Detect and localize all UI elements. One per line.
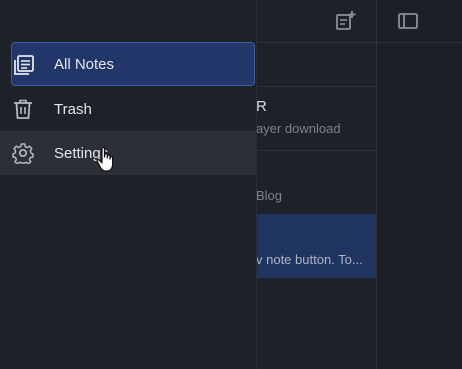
note-list-item-selected[interactable] — [256, 214, 376, 278]
sidebar-toggle-icon — [398, 13, 418, 29]
note-list-item[interactable]: R ayer download — [256, 98, 376, 136]
note-separator — [256, 86, 376, 87]
sidebar-toggle-button[interactable] — [396, 9, 420, 33]
note-list-item[interactable]: v note button. To... — [256, 252, 376, 267]
settings-icon — [12, 143, 34, 164]
note-preview: Blog — [256, 188, 283, 203]
sidebar-item-all-notes[interactable]: All Notes — [11, 42, 255, 86]
sidebar: All Notes Trash Settings — [0, 0, 257, 369]
note-list-panel — [256, 0, 377, 369]
note-list-item[interactable]: Blog — [256, 188, 376, 203]
hand-cursor-icon — [96, 146, 114, 172]
new-note-icon — [336, 11, 356, 30]
sidebar-item-trash[interactable]: Trash — [0, 87, 256, 131]
top-toolbar — [256, 0, 462, 43]
sidebar-item-label: Trash — [54, 100, 92, 118]
note-preview: ayer download — [256, 121, 341, 136]
note-title: R — [256, 98, 267, 115]
new-note-button[interactable] — [333, 9, 357, 33]
note-separator — [256, 150, 376, 151]
sidebar-item-settings[interactable]: Settings — [0, 131, 256, 175]
trash-icon — [14, 99, 32, 119]
all-notes-icon — [14, 55, 34, 75]
sidebar-item-label: All Notes — [54, 55, 115, 73]
editor-panel — [377, 0, 462, 369]
note-preview: v note button. To... — [256, 252, 363, 267]
